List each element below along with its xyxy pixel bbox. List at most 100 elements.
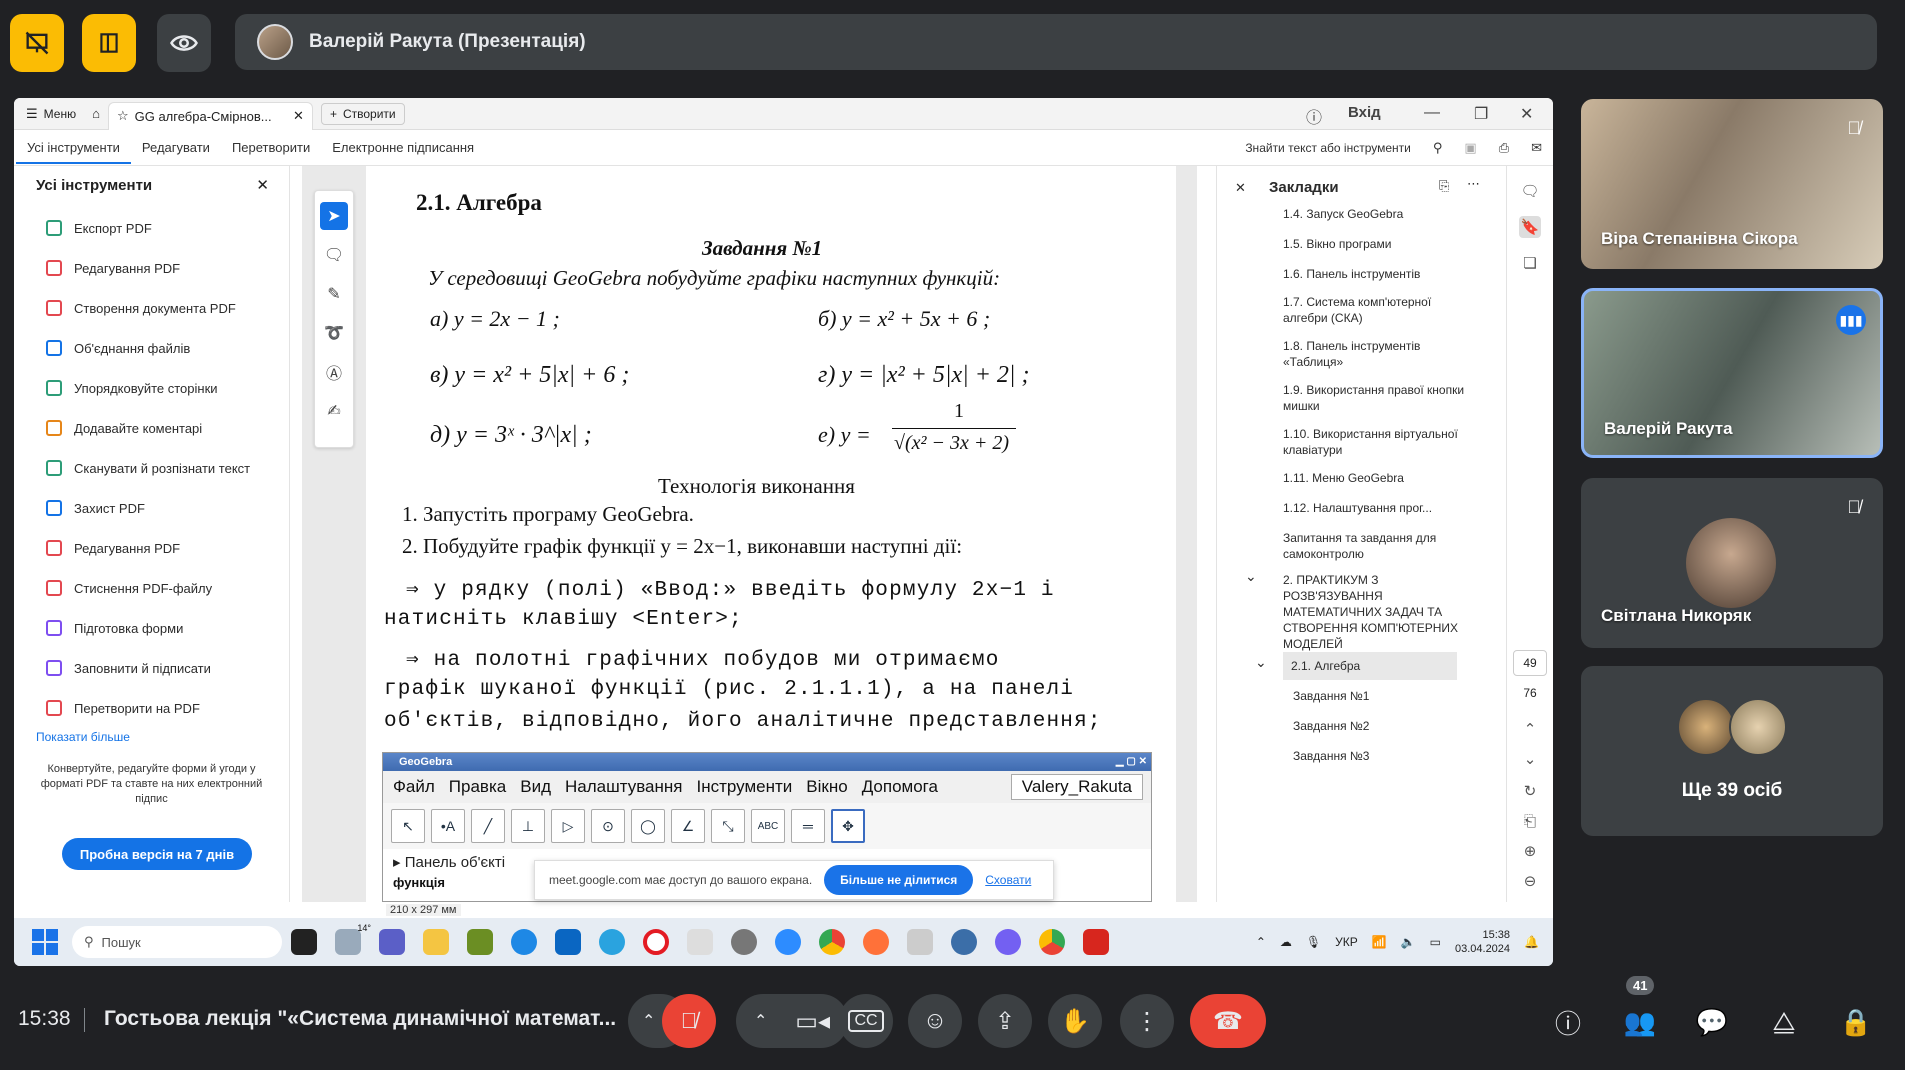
page-up-icon[interactable]: ⌃ [1519,718,1541,740]
chrome-profile-icon[interactable] [1039,929,1065,955]
trial-button[interactable]: Пробна версія на 7 днів [62,838,252,870]
bookmark-item[interactable]: 1.8. Панель інструментів «Таблиця» [1283,338,1473,370]
bookmark-item[interactable]: 2.1. Алгебра [1283,652,1457,680]
tool-item[interactable]: Захист PDF [14,488,289,528]
chevron-down-icon[interactable]: ⌄ [1245,568,1257,585]
bookmark-add-icon[interactable]: ⎘ [1439,178,1449,194]
opera-icon[interactable] [643,929,669,955]
zoom-out-icon[interactable]: ⊖ [1519,870,1541,892]
weather-icon[interactable]: 14° [335,923,371,955]
more-icon[interactable]: ⋯ [1467,176,1480,192]
lasso-tool-icon[interactable]: ➰ [320,319,348,347]
bookmark-item[interactable]: Завдання №1 [1293,688,1483,704]
meeting-info-button[interactable]: ⓘ [1548,1002,1588,1042]
bookmark-item[interactable]: Завдання №2 [1293,718,1483,734]
people-button[interactable]: 👥 41 [1620,976,1660,1042]
raise-hand-button[interactable]: ✋ [1048,994,1102,1048]
tool-item[interactable]: Редагування PDF [14,528,289,568]
participant-tile[interactable]: 🎙̸ Світлана Никоряк [1581,478,1883,648]
comments-icon[interactable]: 🗨 [1519,180,1541,202]
leave-call-button[interactable]: ☎ [1190,994,1266,1048]
file-icon[interactable] [687,929,713,955]
zoom-in-icon[interactable]: ⊕ [1519,840,1541,862]
settings-icon[interactable] [731,929,757,955]
bookmark-item[interactable]: 1.4. Запуск GeoGebra [1283,206,1473,222]
menubar-convert[interactable]: Перетворити [221,140,321,155]
chat-app-icon[interactable] [379,929,405,955]
bookmarks-icon[interactable]: 🔖 [1519,216,1541,238]
acrobat-icon[interactable] [1083,929,1109,955]
select-tool-icon[interactable]: ➤ [320,202,348,230]
tool-item[interactable]: Експорт PDF [14,208,289,248]
tool-item[interactable]: Створення документа PDF [14,288,289,328]
notification-icon[interactable]: 🔔 [1524,935,1539,949]
minimize-icon[interactable]: — [1424,104,1440,122]
bookmark-item[interactable]: 1.5. Вікно програми [1283,236,1473,252]
close-window-icon[interactable]: ✕ [1520,104,1533,124]
search-tools-input[interactable]: Знайти текст або інструменти [1234,141,1422,155]
network-app-icon[interactable] [951,929,977,955]
show-more-link[interactable]: Показати більше [14,730,289,744]
app-icon[interactable] [467,929,493,955]
bookmark-item[interactable]: Завдання №3 [1293,748,1483,764]
home-button[interactable]: ⌂ [84,100,108,128]
menubar-esign[interactable]: Електронне підписання [321,140,485,155]
tool-item[interactable]: Сканувати й розпізнати текст [14,448,289,488]
page-number[interactable]: 49 [1513,650,1547,676]
tray-chevron-icon[interactable]: ⌃ [1256,935,1266,949]
firefox-icon[interactable] [863,929,889,955]
pages-icon[interactable]: ❏ [1519,252,1541,274]
activities-button[interactable]: ⧋ [1764,1002,1804,1042]
layout-button[interactable] [82,14,136,72]
viber-icon[interactable] [995,929,1021,955]
restore-icon[interactable]: ❐ [1474,104,1488,124]
explorer-icon[interactable] [291,929,317,955]
store-icon[interactable] [555,929,581,955]
tool-item[interactable]: Підготовка форми [14,608,289,648]
close-tab-icon[interactable]: ✕ [293,108,304,124]
reactions-button[interactable]: ☺ [908,994,962,1048]
login-button[interactable]: Вхід [1348,104,1381,121]
bookmark-item[interactable]: 1.10. Використання віртуальної клавіатур… [1283,426,1473,458]
presentation-toggle-button[interactable] [10,14,64,72]
captions-button[interactable]: CC [839,994,893,1048]
chevron-down-icon[interactable]: ⌄ [1255,654,1267,671]
pen-tool-icon[interactable]: ✎ [320,280,348,308]
language-indicator[interactable]: УКР [1335,935,1358,949]
close-bookmarks-icon[interactable]: ✕ [1235,180,1246,196]
sign-tool-icon[interactable]: ✍ [320,397,348,425]
folder-icon[interactable] [423,929,449,955]
zoom-icon[interactable] [775,929,801,955]
bookmark-item[interactable]: 1.11. Меню GeoGebra [1283,470,1473,486]
fit-page-icon[interactable]: ⎗ [1519,810,1541,832]
tool-item[interactable]: Заповнити й підписати [14,648,289,688]
search-icon[interactable]: ⚲ [1422,140,1454,156]
close-panel-icon[interactable]: ✕ [256,176,269,194]
bookmark-item[interactable]: 2. ПРАКТИКУМ З РОЗВ'ЯЗУВАННЯ МАТЕМАТИЧНИ… [1283,572,1473,652]
cloud-icon[interactable]: ☁ [1280,935,1292,949]
tool-item[interactable]: Стиснення PDF-файлу [14,568,289,608]
bookmark-item[interactable]: 1.9. Використання правої кнопки мишки [1283,382,1473,414]
wifi-icon[interactable]: 📶 [1372,935,1387,949]
print-icon[interactable]: ⎙ [1488,140,1520,156]
bookmark-item[interactable]: Запитання та завдання для самоконтролю [1283,530,1473,562]
mic-off-button[interactable]: 🎙̸ [662,994,716,1048]
tool-item[interactable]: Упорядковуйте сторінки [14,368,289,408]
bookmark-item[interactable]: 1.12. Налаштування прог... [1283,500,1473,516]
tool-item[interactable]: Перетворити на PDF [14,688,289,728]
taskbar-search[interactable]: ⚲ Пошук [72,926,282,958]
participant-tile[interactable]: 🎙̸ Віра Степанівна Сікора [1581,99,1883,269]
chat-button[interactable]: 💬 [1692,1002,1732,1042]
stop-sharing-button[interactable]: Більше не ділитися [824,865,974,895]
tool-item[interactable]: Об'єднання файлів [14,328,289,368]
windows-start-icon[interactable] [32,929,58,955]
battery-icon[interactable]: ▭ [1430,935,1441,949]
create-button[interactable]: + Створити [320,102,405,125]
hide-link[interactable]: Сховати [985,873,1031,887]
host-controls-button[interactable]: 🔒 [1836,1002,1876,1042]
mic-tray-icon[interactable]: 🎙 [1306,935,1321,949]
camera-options-button[interactable]: ⌃ ▭◂ [736,994,848,1048]
others-tile[interactable]: Ще 39 осіб [1581,666,1883,836]
save-icon[interactable]: ▣ [1453,140,1487,156]
text-tool-icon[interactable]: Ⓐ [320,358,348,386]
